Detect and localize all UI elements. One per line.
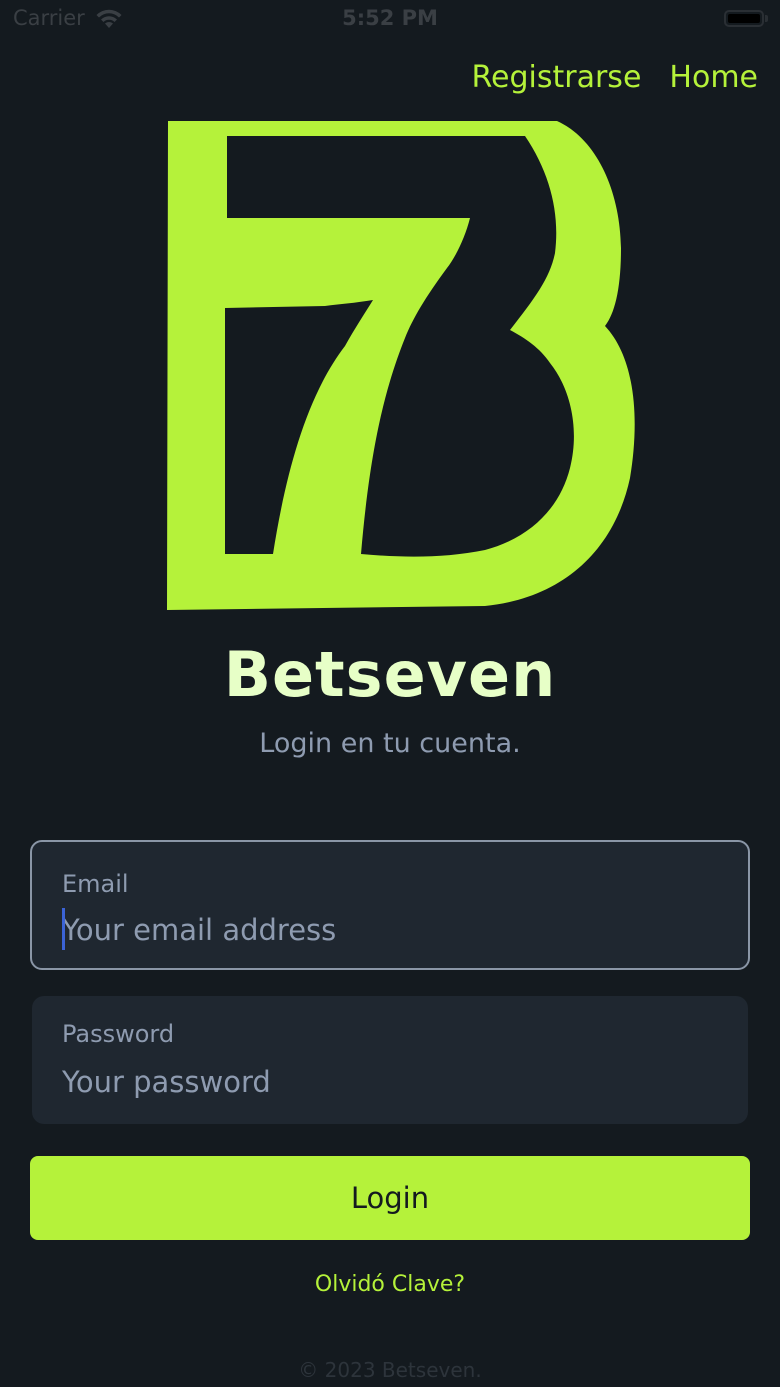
login-button[interactable]: Login xyxy=(30,1156,750,1240)
forgot-password-link[interactable]: Olvidó Clave? xyxy=(0,1272,780,1297)
copyright-footer: © 2023 Betseven. xyxy=(298,1358,482,1382)
password-label: Password xyxy=(62,1020,175,1048)
password-input[interactable] xyxy=(62,1060,702,1104)
top-nav: Registrarse Home xyxy=(472,60,758,95)
betseven-b7-logo xyxy=(167,121,635,610)
text-cursor xyxy=(62,908,65,950)
battery-cap xyxy=(765,15,768,22)
email-input[interactable] xyxy=(62,908,702,952)
status-time: 5:52 PM xyxy=(342,6,438,30)
login-subtitle: Login en tu cuenta. xyxy=(259,728,521,759)
home-link[interactable]: Home xyxy=(669,60,758,95)
battery-icon xyxy=(724,10,764,27)
password-field[interactable]: Password xyxy=(32,996,748,1124)
email-label: Email xyxy=(62,870,129,898)
register-link[interactable]: Registrarse xyxy=(472,60,642,95)
brand-name: Betseven xyxy=(223,638,557,711)
status-bar: Carrier 5:52 PM xyxy=(0,0,780,40)
email-field[interactable]: Email xyxy=(30,840,750,970)
